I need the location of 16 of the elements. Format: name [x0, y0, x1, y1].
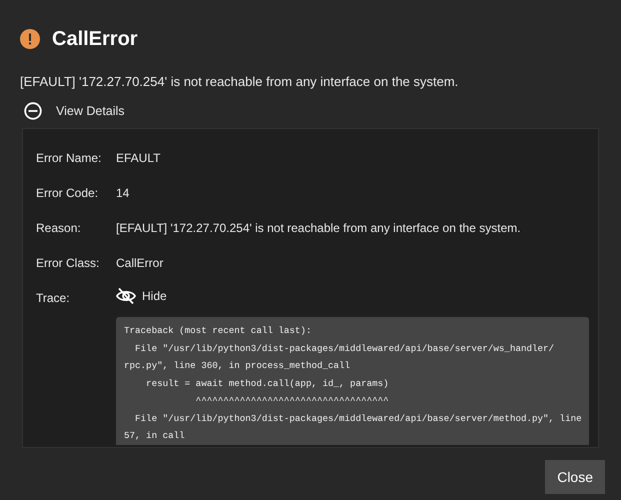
error-message: [EFAULT] '172.27.70.254' is not reachable from any interface on the system. — [19, 73, 460, 91]
dialog-title: CallError — [52, 27, 138, 52]
field-label: Error Class: — [36, 255, 100, 272]
field-label: Error Name: — [36, 150, 102, 168]
field-value: CallError — [116, 255, 164, 272]
close-button[interactable]: Close — [545, 460, 605, 494]
traceback-text: Traceback (most recent call last): File "/usr/lib/python3/dist-packages/middlewared/api/base/server/ws_handler/ rpc.py", line 360, in process_method_call result = await method.call(app, id_, params) ^^^^^^^^^^^^^^^^^^^^^^^^^^^^^^^^^^^ File "/usr/lib/python3/dist-packages/middlewared/api/base/server/method.py", line 57, in call — [116, 317, 589, 446]
field-value: [EFAULT] '172.27.70.254' is not reachable from any interface on the system. — [116, 220, 521, 238]
view-details-toggle[interactable]: View Details — [24, 102, 125, 120]
warning-icon — [20, 29, 40, 49]
field-value: 14 — [116, 185, 130, 202]
field-label: Reason: — [36, 220, 82, 238]
field-label: Trace: — [36, 290, 71, 308]
field-value: EFAULT — [116, 150, 160, 168]
field-label: Error Code: — [36, 185, 100, 202]
hide-trace-toggle[interactable]: Hide — [116, 287, 167, 306]
